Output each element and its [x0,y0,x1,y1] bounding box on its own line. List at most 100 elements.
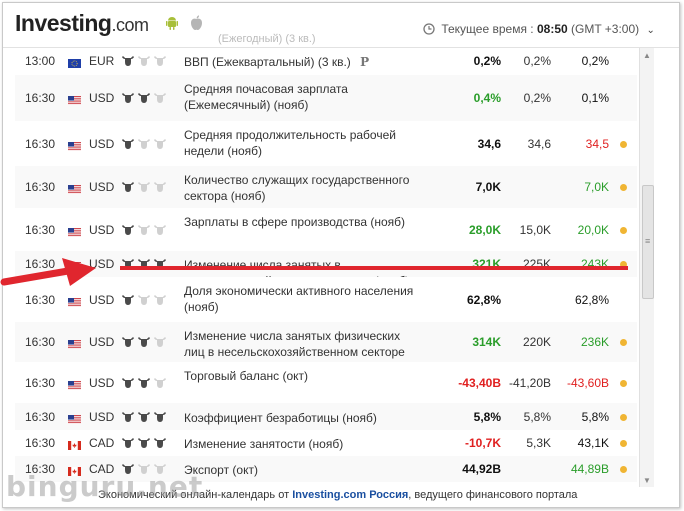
event-name[interactable]: Средняя продолжительность рабочей недели… [184,127,419,159]
flag-ca-icon [68,439,81,450]
actual-value: 0,4% [473,91,501,105]
event-name[interactable]: Количество служащих государственного сек… [184,172,419,204]
impact-dot-icon[interactable] [620,227,627,234]
impact-dot-icon[interactable] [620,339,627,346]
forecast-value: 0,2% [523,91,551,105]
event-name[interactable]: Зарплаты в сфере производства (нояб) [184,214,419,230]
forecast-value: 15,0K [519,223,551,237]
currency-code: USD [89,335,115,349]
event-time: 16:30 [25,180,56,194]
table-row[interactable]: 16:30 USD Торговый баланс (окт) -43,40B -41,… [15,362,637,404]
table-row[interactable]: 16:30 USD Доля экономически активного насе… [15,277,637,323]
flag-us-icon [68,379,81,390]
event-name[interactable]: ВВП (Ежеквартальный) (3 кв.) P [184,54,419,70]
annotation-underline [120,266,628,270]
impact-dot-icon[interactable] [620,141,627,148]
event-time: 16:30 [25,376,56,390]
event-name[interactable]: Доля экономически активного населения (н… [184,283,419,315]
previous-value: 43,1K [577,436,609,450]
event-time: 16:30 [25,293,56,307]
volatility-bull-icon [121,437,169,449]
footer-link[interactable]: Investing.com Россия [292,489,408,501]
flag-us-icon [68,338,81,349]
previous-value: -43,60B [566,376,609,390]
timezone: (GMT +3:00) [571,22,640,36]
actual-value: 0,2% [473,54,501,68]
currency-code: CAD [89,436,115,450]
time-label: Текущее время : [441,22,534,36]
table-row[interactable]: 16:30USDИзменение числа занятых в несель… [15,251,637,288]
current-time[interactable]: Текущее время : 08:50 (GMT +3:00) ⌄ [423,22,655,36]
grip-icon: ≡ [645,236,651,246]
volatility-bull-icon [121,92,169,104]
actual-value: 7,0K [475,180,501,194]
event-name[interactable]: Торговый баланс (окт) [184,368,419,384]
clock-icon [423,23,435,35]
android-icon[interactable] [166,16,178,30]
currency-code: USD [89,91,115,105]
impact-dot-icon[interactable] [620,440,627,447]
flag-us-icon [68,183,81,194]
table-row[interactable]: 16:30 USD Средняя продолжительность рабоче… [15,121,637,167]
event-title: Изменение занятости (нояб) [184,437,344,451]
apple-icon[interactable] [190,15,203,31]
actual-value: 28,0K [468,223,501,237]
time-value: 08:50 [536,22,568,36]
flag-us-icon [68,94,81,105]
actual-value: 62,8% [466,293,501,307]
table-row[interactable]: 16:30 USD Средняя почасовая зарплата (Ежем… [15,75,637,122]
table-row[interactable]: 16:30 USD Коэффициент безработицы (нояб) 5,… [15,403,637,431]
impact-dot-icon[interactable] [620,380,627,387]
widget-header: Investing.com (Ежегодный) (3 кв.) Текуще… [3,3,679,48]
volatility-bull-icon [121,181,169,193]
volatility-bull-icon [121,55,169,67]
table-row[interactable]: 16:30 USD Зарплаты в сфере производства (н… [15,208,637,252]
forecast-value: -41,20B [508,376,551,390]
flag-us-icon [68,413,81,424]
previous-value: 44,89B [570,462,609,476]
flag-us-icon [68,296,81,307]
previous-value: 236K [580,335,609,349]
impact-dot-icon[interactable] [620,184,627,191]
table-row[interactable]: 16:30 USD Количество служащих государствен… [15,166,637,209]
event-name[interactable]: Коэффициент безработицы (нояб) [184,410,419,426]
currency-code: USD [89,293,115,307]
forecast-value: 34,6 [527,137,551,151]
scroll-up-icon[interactable]: ▲ [643,51,651,60]
event-title: ВВП (Ежеквартальный) (3 кв.) [184,55,351,69]
table-row[interactable]: 16:30 CAD Изменение занятости (нояб) -10,7K… [15,430,637,457]
forecast-value: 5,8% [523,410,551,424]
investing-logo[interactable]: Investing.com [15,10,149,37]
forecast-value: 0,2% [523,54,551,68]
calendar-widget: Investing.com (Ежегодный) (3 кв.) Текуще… [2,2,680,508]
annotation-arrow-icon [0,258,96,286]
scroll-thumb[interactable]: ≡ [642,185,654,299]
event-name[interactable]: Изменение занятости (нояб) [184,436,419,452]
impact-dot-icon[interactable] [620,466,627,473]
event-title: Средняя почасовая зарплата (Ежемесячный)… [184,82,348,112]
volatility-bull-icon [121,377,169,389]
forecast-value: 5,3K [526,436,551,450]
volatility-bull-icon [121,336,169,348]
impact-dot-icon[interactable] [620,414,627,421]
event-time: 16:30 [25,91,56,105]
actual-value: 5,8% [473,410,501,424]
scroll-down-icon[interactable]: ▼ [643,476,651,485]
currency-code: USD [89,376,115,390]
actual-value: 34,6 [477,137,501,151]
flag-us-icon [68,140,81,151]
volatility-bull-icon [121,138,169,150]
volatility-bull-icon [121,411,169,423]
table-row[interactable]: 16:30 USD Изменение числа занятых физическ… [15,322,637,375]
event-name[interactable]: Средняя почасовая зарплата (Ежемесячный)… [184,81,419,113]
volatility-bull-icon [121,294,169,306]
event-time: 16:30 [25,335,56,349]
event-time: 13:00 [25,54,56,68]
event-name[interactable]: Экспорт (окт) [184,462,419,478]
table-row[interactable]: 13:00 EUR ВВП (Ежеквартальный) (3 кв.) P 0,… [15,47,637,76]
logo-text: Investing [15,10,112,36]
scrollbar[interactable]: ▲ ≡ ▼ [639,47,654,487]
event-title: Торговый баланс (окт) [184,369,309,383]
actual-value: -10,7K [464,436,501,450]
previous-value: 20,0K [577,223,609,237]
